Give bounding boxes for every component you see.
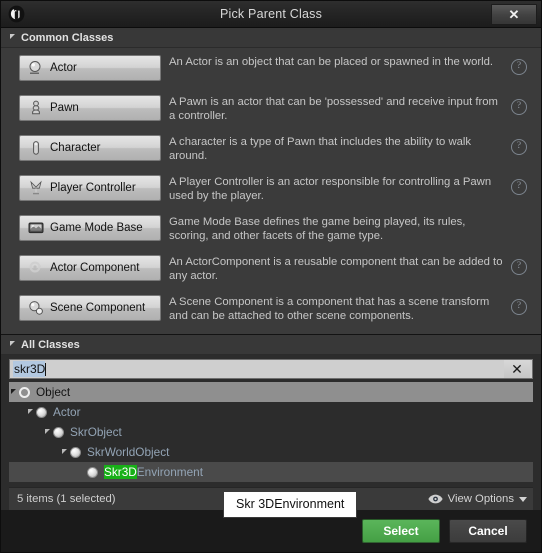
chevron-down-icon[interactable] — [45, 429, 50, 434]
common-class-row: Scene Component A Scene Component is a co… — [1, 294, 541, 334]
tree-row-label: SkrWorldObject — [87, 445, 170, 459]
common-class-row: Pawn A Pawn is an actor that can be 'poss… — [1, 94, 541, 134]
common-class-description: An ActorComponent is a reusable componen… — [169, 256, 503, 282]
help-icon[interactable]: ? — [511, 139, 527, 155]
view-options-label: View Options — [447, 493, 514, 505]
eye-icon — [428, 494, 443, 504]
common-class-label: Character — [50, 142, 101, 154]
chevron-down-icon[interactable] — [28, 409, 33, 414]
window-title: Pick Parent Class — [219, 7, 323, 21]
pawn-icon — [27, 100, 44, 117]
common-class-button-actor-component[interactable]: Actor Component — [19, 255, 161, 281]
character-icon — [27, 140, 44, 157]
common-class-label: Pawn — [50, 102, 79, 114]
caret-down-icon — [519, 496, 527, 502]
class-name-tooltip: Skr 3DEnvironment — [223, 491, 358, 518]
common-class-description: A Scene Component is a component that ha… — [169, 296, 490, 322]
common-class-button-scene-component[interactable]: Scene Component — [19, 295, 161, 321]
search-input-value: skr3D — [13, 361, 46, 377]
common-class-label: Actor Component — [50, 262, 140, 274]
title-bar: Pick Parent Class ✕ — [1, 1, 541, 28]
game-mode-base-icon — [27, 220, 44, 237]
cancel-button[interactable]: Cancel — [449, 519, 527, 543]
common-class-button-player-controller[interactable]: Player Controller — [19, 175, 161, 201]
common-class-row: Game Mode Base Game Mode Base defines the… — [1, 214, 541, 254]
tree-row-label: Object — [36, 385, 71, 399]
tree-row-label: SkrObject — [70, 425, 122, 439]
class-node-icon — [53, 426, 64, 438]
search-row: skr3D ✕ — [1, 355, 541, 382]
text-caret — [45, 362, 47, 376]
help-cell: ? — [507, 134, 531, 155]
common-class-label: Actor — [50, 62, 77, 74]
common-class-description: A character is a type of Pawn that inclu… — [169, 136, 472, 162]
class-tree[interactable]: Object Actor SkrObject SkrWorldObject Skr3DE… — [9, 382, 533, 485]
tree-row[interactable]: SkrWorldObject — [9, 442, 533, 462]
common-class-label: Game Mode Base — [50, 222, 143, 234]
help-icon[interactable]: ? — [511, 99, 527, 115]
tree-row[interactable]: Actor — [9, 402, 533, 422]
common-class-button-game-mode-base[interactable]: Game Mode Base — [19, 215, 161, 241]
chevron-down-icon — [10, 34, 15, 39]
common-class-label: Scene Component — [50, 302, 146, 314]
help-cell: ? — [507, 214, 531, 235]
chevron-down-icon[interactable] — [11, 389, 16, 394]
class-node-icon — [36, 406, 47, 418]
tree-row-label: Skr3DEnvironment — [104, 465, 204, 479]
common-class-row: Actor Component An ActorComponent is a re… — [1, 254, 541, 294]
common-class-description: A Player Controller is an actor responsi… — [169, 176, 492, 202]
common-class-button-actor[interactable]: Actor — [19, 55, 161, 81]
common-class-description: An Actor is an object that can be placed… — [169, 56, 494, 68]
help-icon[interactable]: ? — [511, 299, 527, 315]
help-icon[interactable]: ? — [511, 259, 527, 275]
chevron-down-icon — [10, 341, 15, 346]
common-class-row: Player Controller A Player Controller is … — [1, 174, 541, 214]
item-count-label: 5 items (1 selected) — [17, 493, 116, 505]
help-icon[interactable]: ? — [511, 59, 527, 75]
common-classes-list: Actor An Actor is an object that can be p… — [1, 48, 541, 335]
all-classes-panel: skr3D ✕ Object Actor SkrObject SkrWorldObje… — [1, 355, 541, 510]
common-class-description: Game Mode Base defines the game being pl… — [169, 216, 466, 242]
class-node-icon — [70, 446, 81, 458]
select-button[interactable]: Select — [362, 519, 440, 543]
view-options-button[interactable]: View Options — [428, 493, 527, 505]
search-input[interactable]: skr3D ✕ — [9, 359, 533, 379]
tree-row[interactable]: Object — [9, 382, 533, 402]
actor-icon — [27, 60, 44, 77]
common-class-button-character[interactable]: Character — [19, 135, 161, 161]
tree-row[interactable]: Skr3DEnvironment — [9, 462, 533, 482]
all-classes-section-header[interactable]: All Classes — [1, 335, 541, 355]
common-class-row: Character A character is a type of Pawn t… — [1, 134, 541, 174]
close-button[interactable]: ✕ — [491, 4, 537, 25]
unreal-engine-logo-icon — [1, 1, 31, 27]
chevron-down-icon[interactable] — [62, 449, 67, 454]
help-icon[interactable]: ? — [511, 179, 527, 195]
tree-row-label: Actor — [53, 405, 81, 419]
class-node-icon — [87, 466, 98, 478]
common-classes-section-header[interactable]: Common Classes — [1, 28, 541, 48]
help-cell: ? — [507, 174, 531, 195]
actor-component-icon — [27, 260, 44, 277]
class-node-icon — [19, 386, 30, 398]
common-class-button-pawn[interactable]: Pawn — [19, 95, 161, 121]
common-class-row: Actor An Actor is an object that can be p… — [1, 54, 541, 94]
common-classes-title: Common Classes — [21, 31, 114, 44]
pick-parent-class-dialog: Pick Parent Class ✕ Common Classes Actor… — [0, 0, 542, 553]
help-cell: ? — [507, 94, 531, 115]
all-classes-title: All Classes — [21, 338, 80, 351]
common-class-label: Player Controller — [50, 182, 136, 194]
scene-component-icon — [27, 300, 44, 317]
tree-row[interactable]: SkrObject — [9, 422, 533, 442]
help-cell: ? — [507, 54, 531, 75]
help-cell: ? — [507, 294, 531, 315]
player-controller-icon — [27, 180, 44, 197]
common-class-description: A Pawn is an actor that can be 'possesse… — [169, 96, 498, 122]
help-cell: ? — [507, 254, 531, 275]
clear-search-button[interactable]: ✕ — [504, 360, 530, 378]
